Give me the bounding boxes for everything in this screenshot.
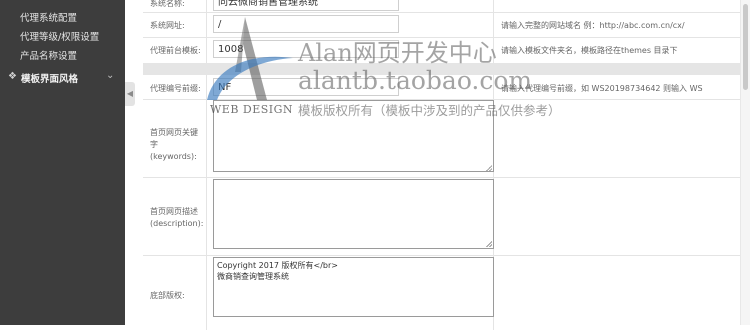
form-row-description: 首页网页描述 (description): bbox=[143, 177, 740, 256]
copyright-label: 底部版权: bbox=[150, 291, 185, 300]
watermark-logo bbox=[207, 17, 293, 100]
form-row-copyright: 底部版权: Copyright 2017 版权所有</br> 微商销查询管理系统 bbox=[143, 255, 740, 330]
keywords-resize-grip[interactable] bbox=[486, 165, 492, 171]
description-resize-grip[interactable] bbox=[486, 241, 492, 247]
system-name-input[interactable]: 同云微商销售管理系统 bbox=[213, 0, 399, 11]
sidebar-collapse-handle[interactable]: ◀ bbox=[125, 82, 135, 106]
keywords-label-line1: 首页网页关键字 bbox=[150, 128, 198, 149]
frontend-template-hint: 请输入模板文件夹名，模板路径在themes 目录下 bbox=[501, 46, 678, 55]
description-label-line1: 首页网页描述 bbox=[150, 207, 198, 216]
agent-prefix-label: 代理编号前缀: bbox=[150, 84, 201, 93]
description-label: 首页网页描述 (description): bbox=[150, 206, 205, 230]
system-url-hint: 请输入完整的网站域名 例：http://abc.com.cn/cx/ bbox=[501, 21, 685, 30]
system-name-label: 系统名称: bbox=[150, 0, 185, 8]
scrollbar-thumb[interactable] bbox=[743, 4, 748, 90]
chevron-down-icon: ⌄ bbox=[106, 70, 115, 81]
settings-gear-icon: ❖ bbox=[8, 71, 17, 82]
sidebar-item-product-name-settings[interactable]: 产品名称设置 bbox=[20, 48, 77, 62]
copyright-textarea[interactable]: Copyright 2017 版权所有</br> 微商销查询管理系统 bbox=[213, 257, 494, 317]
sidebar-item-agent-system-config[interactable]: 代理系统配置 bbox=[20, 10, 77, 24]
copyright-line2: 微商销查询管理系统 bbox=[217, 272, 289, 281]
sidebar-section-label: 模板界面风格 bbox=[21, 74, 79, 85]
watermark-url: alantb.taobao.com bbox=[298, 66, 533, 95]
keywords-label: 首页网页关键字 (keywords): bbox=[150, 127, 205, 163]
watermark-title: Alan网页开发中心 bbox=[298, 39, 497, 67]
description-label-line2: (description): bbox=[150, 219, 204, 228]
copyright-line1: Copyright 2017 版权所有</br> bbox=[217, 261, 339, 270]
page-scrollbar[interactable] bbox=[740, 0, 750, 325]
system-url-label: 系统网址: bbox=[150, 21, 185, 30]
sidebar: 代理系统配置 代理等级/权限设置 产品名称设置 ❖ 模板界面风格 ⌄ bbox=[0, 0, 125, 325]
frontend-template-label: 代理前台模板: bbox=[150, 46, 201, 55]
watermark-copyright-note: 模板版权所有（模板中涉及到的产品仅供参考） bbox=[298, 103, 561, 118]
keywords-label-line2: (keywords): bbox=[150, 152, 197, 161]
sidebar-item-agent-level-permissions[interactable]: 代理等级/权限设置 bbox=[20, 29, 99, 43]
description-textarea[interactable] bbox=[213, 179, 494, 249]
watermark-brand: WEB DESIGN bbox=[210, 103, 294, 116]
sidebar-section-template-style[interactable]: ❖ 模板界面风格 ⌄ bbox=[0, 68, 125, 86]
